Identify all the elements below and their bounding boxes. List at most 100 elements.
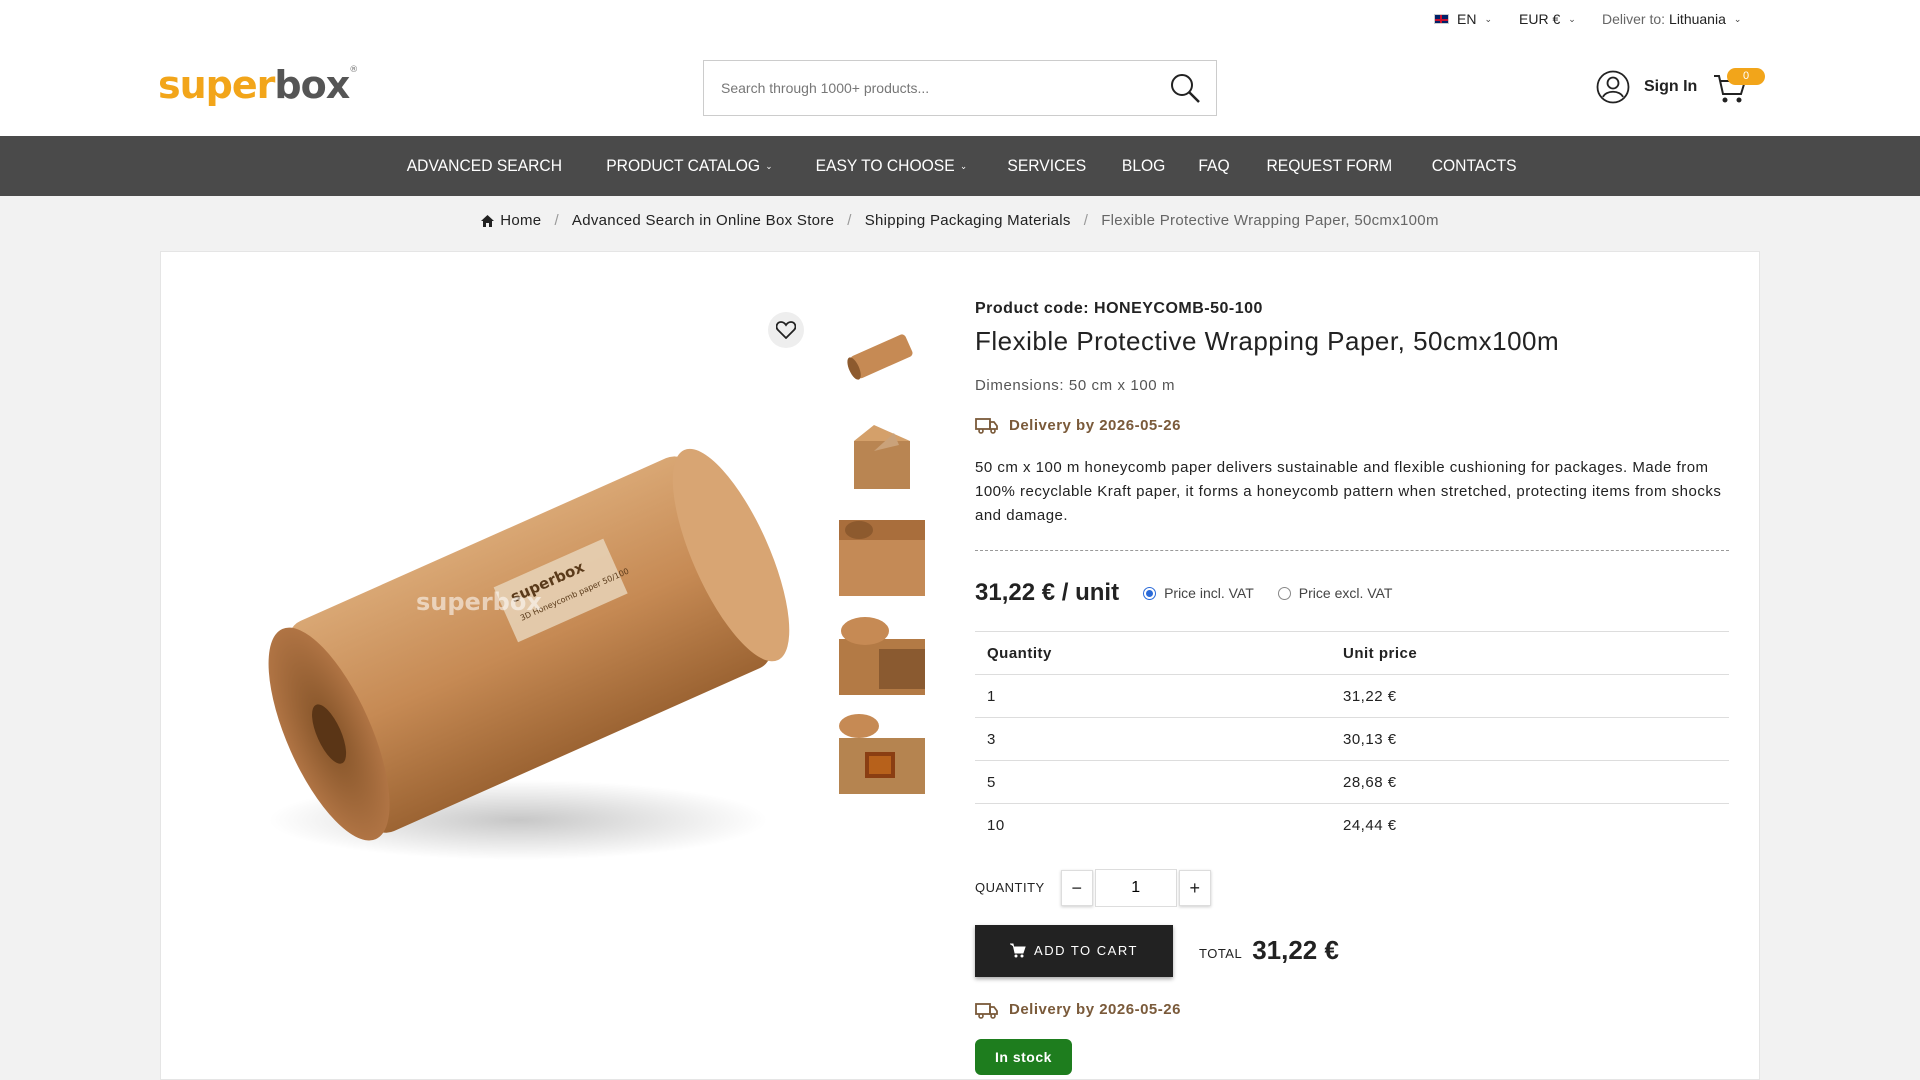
user-icon bbox=[1596, 70, 1630, 104]
product-code-label: Product code: bbox=[975, 300, 1090, 317]
breadcrumb-current: Flexible Protective Wrapping Paper, 50cm… bbox=[1101, 212, 1439, 229]
quantity-input[interactable] bbox=[1094, 868, 1177, 907]
search-box bbox=[703, 60, 1217, 116]
tier-quantity: 5 bbox=[975, 760, 1331, 804]
wishlist-button[interactable] bbox=[768, 312, 804, 348]
nav-faq[interactable]: FAQ bbox=[1185, 156, 1244, 176]
chevron-down-icon: ⌄ bbox=[960, 160, 968, 171]
price-excl-vat-radio[interactable]: Price excl. VAT bbox=[1277, 585, 1393, 601]
sign-in-link[interactable]: Sign In bbox=[1596, 70, 1697, 104]
nav-label: EASY TO CHOOSE bbox=[816, 156, 956, 175]
image-watermark: superbox bbox=[416, 588, 542, 616]
nav-label: REQUEST FORM bbox=[1266, 156, 1393, 175]
quantity-stepper: QUANTITY − + bbox=[975, 868, 1729, 907]
logo-text-part1: super bbox=[158, 63, 275, 107]
deliver-country: Lithuania bbox=[1669, 11, 1726, 27]
search-icon[interactable] bbox=[1168, 71, 1202, 105]
breadcrumb-separator: / bbox=[847, 212, 852, 229]
top-bar: EN ⌄ EUR € ⌄ Deliver to: Lithuania ⌄ bbox=[0, 0, 1920, 38]
table-row: 1 31,22 € bbox=[975, 674, 1729, 718]
nav-easy-to-choose[interactable]: EASY TO CHOOSE ⌄ bbox=[802, 156, 981, 176]
thumbnail-paper-stretch[interactable] bbox=[839, 609, 925, 695]
increase-quantity-button[interactable]: + bbox=[1178, 869, 1211, 906]
tier-quantity: 3 bbox=[975, 717, 1331, 761]
breadcrumb-home-label: Home bbox=[500, 212, 542, 229]
thumbnail-paper-sheet[interactable] bbox=[839, 510, 925, 596]
delivery-estimate: Delivery by 2026-05-26 bbox=[975, 416, 1729, 434]
currency-selector[interactable]: EUR € ⌄ bbox=[1519, 11, 1576, 27]
language-selector[interactable]: EN ⌄ bbox=[1434, 11, 1492, 27]
delivery-estimate-bottom: Delivery by 2026-05-26 bbox=[975, 1001, 1729, 1019]
product-code: Product code: HONEYCOMB-50-100 bbox=[975, 300, 1729, 318]
sign-in-label: Sign In bbox=[1644, 78, 1698, 95]
deliver-to-label: Deliver to: bbox=[1602, 11, 1666, 27]
superbox-logo[interactable]: superbox® bbox=[158, 63, 358, 107]
logo-registered-mark: ® bbox=[349, 65, 358, 75]
product-price: 31,22 € / unit bbox=[975, 579, 1120, 606]
add-to-cart-button[interactable]: ADD TO CART bbox=[975, 924, 1173, 977]
thumbnail-box-packing[interactable] bbox=[839, 411, 925, 497]
tier-unit-price: 31,22 € bbox=[1331, 674, 1729, 718]
search-input[interactable] bbox=[704, 61, 1144, 115]
stock-status-badge: In stock bbox=[975, 1038, 1072, 1075]
chevron-down-icon: ⌄ bbox=[1733, 13, 1742, 24]
nav-contacts[interactable]: CONTACTS bbox=[1418, 156, 1530, 176]
nav-services[interactable]: SERVICES bbox=[994, 156, 1100, 176]
thumbnail-roll[interactable] bbox=[839, 312, 925, 398]
decrease-quantity-button[interactable]: − bbox=[1060, 869, 1093, 906]
tier-quantity: 10 bbox=[975, 803, 1331, 847]
chevron-down-icon: ⌄ bbox=[765, 160, 773, 171]
table-row: 3 30,13 € bbox=[975, 717, 1729, 761]
uk-flag-icon bbox=[1434, 14, 1449, 24]
table-header-row: Quantity Unit price bbox=[975, 631, 1729, 675]
nav-request-form[interactable]: REQUEST FORM bbox=[1253, 156, 1406, 176]
header-quantity: Quantity bbox=[975, 631, 1331, 675]
nav-label: PRODUCT CATALOG bbox=[605, 156, 760, 175]
truck-icon bbox=[975, 1002, 998, 1019]
product-info: Product code: HONEYCOMB-50-100 Flexible … bbox=[975, 300, 1729, 1075]
total-label: TOTAL bbox=[1199, 946, 1243, 961]
quantity-price-table: Quantity Unit price 1 31,22 € 3 30,13 € … bbox=[975, 631, 1729, 847]
quantity-label: QUANTITY bbox=[975, 880, 1045, 895]
breadcrumb-separator: / bbox=[1083, 212, 1089, 229]
truck-icon bbox=[975, 418, 998, 434]
product-description: 50 cm x 100 m honeycomb paper delivers s… bbox=[975, 459, 1722, 524]
breadcrumb-shipping-packaging[interactable]: Shipping Packaging Materials bbox=[865, 212, 1071, 229]
product-code-value: HONEYCOMB-50-100 bbox=[1094, 300, 1263, 317]
currency-label: EUR € bbox=[1519, 11, 1561, 27]
chevron-down-icon: ⌄ bbox=[1568, 13, 1576, 24]
tier-unit-price: 30,13 € bbox=[1331, 717, 1729, 761]
product-dimensions: Dimensions: 50 cm x 100 m bbox=[975, 377, 1176, 394]
radio-selected-icon bbox=[1143, 586, 1157, 600]
radio-unselected-icon bbox=[1277, 586, 1291, 600]
home-icon bbox=[481, 214, 495, 227]
site-header: superbox® Sign In 0 bbox=[0, 38, 1920, 136]
breadcrumb-home[interactable]: Home bbox=[481, 212, 541, 229]
language-label: EN bbox=[1457, 11, 1477, 27]
nav-label: BLOG bbox=[1121, 156, 1166, 175]
thumbnail-list bbox=[839, 312, 925, 807]
add-to-cart-row: ADD TO CART TOTAL 31,22 € bbox=[975, 924, 1729, 977]
price-incl-vat-label: Price incl. VAT bbox=[1164, 585, 1254, 601]
deliver-to-selector[interactable]: Deliver to: Lithuania ⌄ bbox=[1602, 11, 1741, 27]
tier-quantity: 1 bbox=[975, 674, 1331, 718]
nav-blog[interactable]: BLOG bbox=[1108, 156, 1179, 176]
breadcrumb-advanced-search[interactable]: Advanced Search in Online Box Store bbox=[572, 212, 834, 229]
cart-count-badge: 0 bbox=[1727, 68, 1765, 85]
chevron-down-icon: ⌄ bbox=[1484, 13, 1492, 24]
tier-unit-price: 28,68 € bbox=[1331, 760, 1729, 804]
nav-advanced-search[interactable]: ADVANCED SEARCH bbox=[393, 156, 576, 176]
breadcrumb-separator: / bbox=[554, 212, 559, 229]
nav-label: SERVICES bbox=[1007, 156, 1087, 175]
price-incl-vat-radio[interactable]: Price incl. VAT bbox=[1143, 585, 1254, 601]
price-excl-vat-label: Price excl. VAT bbox=[1298, 585, 1393, 601]
nav-product-catalog[interactable]: PRODUCT CATALOG ⌄ bbox=[592, 156, 786, 176]
table-row: 10 24,44 € bbox=[975, 803, 1729, 847]
divider bbox=[975, 550, 1729, 551]
delivery-text: Delivery by 2026-05-26 bbox=[1009, 416, 1181, 434]
header-unit-price: Unit price bbox=[1331, 631, 1729, 675]
nav-label: ADVANCED SEARCH bbox=[406, 156, 562, 175]
add-to-cart-label: ADD TO CART bbox=[1034, 943, 1138, 958]
product-main-image[interactable]: superbox 3D Honeycomb paper 50/100 super… bbox=[238, 400, 818, 880]
thumbnail-wrapped-item[interactable] bbox=[839, 708, 925, 794]
